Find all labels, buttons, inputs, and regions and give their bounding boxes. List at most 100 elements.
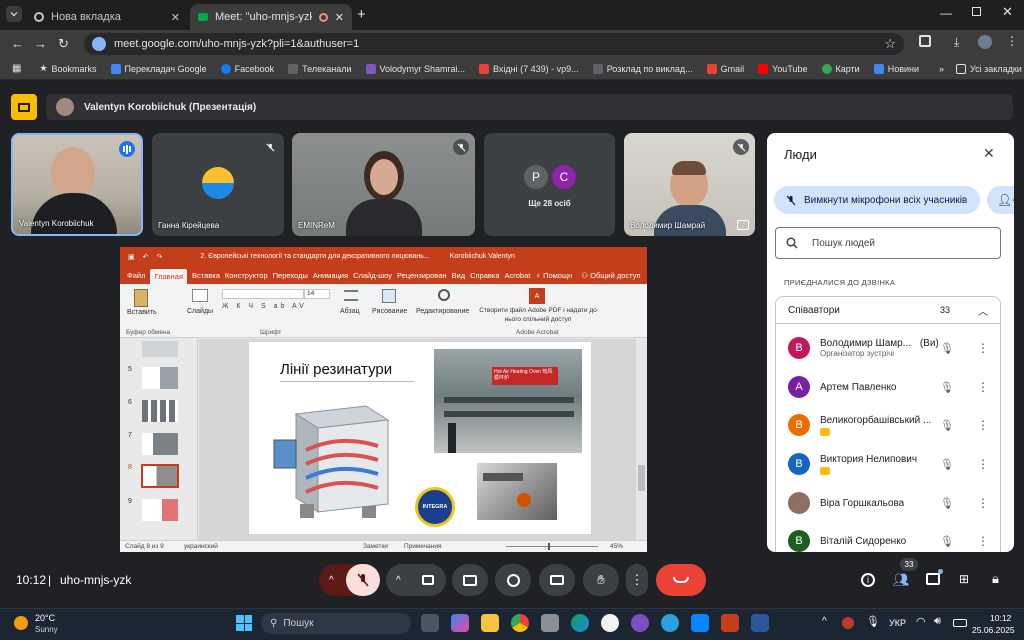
tab-animations[interactable]: Анимация [313,271,348,284]
activities-icon[interactable]: ⊞ [959,572,969,586]
word-icon[interactable] [751,614,769,632]
leave-call-button[interactable] [656,564,706,596]
reactions-button[interactable] [495,564,531,596]
more-options-icon[interactable]: ⋮ [977,496,989,510]
bookmark-item[interactable]: Volodymyr Shamrai... [365,63,465,74]
clock-date[interactable]: 25.06.2025 [972,625,1015,635]
tab-insert[interactable]: Вставка [192,271,220,284]
slide[interactable]: Лінії резинатури Hot Air Heating Oven 热风… [249,342,591,534]
site-info-icon[interactable] [92,37,106,51]
powerpoint-icon[interactable] [721,614,739,632]
mute-all-button[interactable]: Вимкнути мікрофони всіх учасників [774,186,980,214]
notes-button[interactable]: Заметки [363,543,388,550]
volume-icon[interactable]: 🔊︎ [934,615,941,628]
back-button[interactable]: ← [11,36,24,51]
bookmark-item[interactable]: Перекладач Google [110,63,207,74]
more-options-button[interactable]: ⋮ [626,564,648,596]
pdf-icon[interactable]: A [529,288,545,304]
tab-search-button[interactable] [6,6,22,22]
download-icon[interactable]: ⤓ [954,35,959,50]
slide-thumb-active[interactable] [141,464,179,488]
tab-home[interactable]: Главная [150,269,187,284]
search-icon[interactable] [438,289,450,301]
chat-icon[interactable] [926,573,940,585]
start-icon[interactable] [236,615,252,631]
taskbar-search[interactable]: ⚲ Пошук [261,613,411,634]
tab-help[interactable]: Справка [470,271,499,284]
contributors-group[interactable]: Співавтори 33 ︿ [775,296,1001,324]
redo-icon[interactable]: ↷ [157,253,163,261]
bookmark-item[interactable]: YouTube [758,63,808,74]
more-options-icon[interactable]: ⋮ [977,341,989,355]
zoom-slider[interactable] [506,543,598,550]
new-slide-icon[interactable] [192,289,208,302]
menu-icon[interactable]: ⋮ [1006,34,1018,48]
telegram-icon[interactable] [661,614,679,632]
bookmark-item[interactable]: Карти [821,63,860,74]
search-people-field[interactable]: Пошук людей [775,227,1001,259]
present-button[interactable] [452,564,488,596]
edge-icon[interactable] [571,614,589,632]
explorer-icon[interactable] [481,614,499,632]
tab-review[interactable]: Рецензирован [397,271,447,284]
drawing-button[interactable]: Рисование [372,308,407,315]
bookmark-item[interactable]: Gmail [706,63,744,74]
mic-toggle-button[interactable] [346,564,380,596]
participant-tile[interactable]: Ганна Кірейцева [152,133,284,236]
mic-off-icon[interactable]: 🎙︎ [940,381,954,394]
close-icon[interactable]: ✕ [335,11,344,24]
tray-chevron-icon[interactable]: ^ [822,616,827,627]
address-bar[interactable]: meet.google.com/uho-mnjs-yzk?pli=1&authu… [84,33,904,55]
slide-thumb[interactable] [142,367,178,389]
more-options-icon[interactable]: ⋮ [977,534,989,548]
bookmark-item[interactable]: Телеканали [288,63,352,74]
vertical-scrollbar[interactable] [636,339,647,540]
tab-slideshow[interactable]: Слайд-шоу [353,271,392,284]
create-pdf-button[interactable]: Створити файл Adobe PDF і надати до ньог… [478,306,598,324]
star-icon[interactable]: ☆ [884,36,896,52]
slide-thumb[interactable] [142,400,178,422]
shapes-icon[interactable] [382,289,396,303]
people-button[interactable]: 👥︎ [893,572,910,588]
paste-button[interactable]: Вставить [127,309,157,316]
app-icon[interactable] [601,614,619,632]
participant-tile[interactable]: Valentyn Korobiichuk [11,133,143,236]
bookmark-item[interactable]: Розклад по виклад... [592,63,693,74]
minimize-button[interactable]: — [940,6,952,20]
list-item[interactable]: В Виктория Нелипович 🎙︎ ⋮ [767,445,1014,483]
video-options-button[interactable]: ^ [386,564,446,596]
more-bookmarks-icon[interactable]: » [939,64,944,74]
pip-icon[interactable] [737,220,749,230]
slides-button[interactable]: Слайды [187,308,213,315]
mic-off-icon[interactable]: 🎙︎ [940,458,954,471]
more-options-icon[interactable]: ⋮ [977,380,989,394]
reload-button[interactable]: ↻ [58,36,69,52]
participant-tile[interactable]: EMINReM [292,133,475,236]
tab-new-tab[interactable]: Нова вкладка ✕ [26,4,188,30]
extensions-icon[interactable] [919,35,931,47]
list-item[interactable]: В Великогорбашівський ... 🎙︎ ⋮ [767,406,1014,444]
list-item[interactable]: Віра Горшкальова 🎙︎ ⋮ [767,484,1014,522]
store-icon[interactable] [541,614,559,632]
close-window-button[interactable]: ✕ [1002,4,1013,20]
share-button[interactable]: ⚇ Общий доступ [581,271,640,284]
editing-button[interactable]: Редактирование [416,308,469,315]
host-controls-icon[interactable]: 🔒︎ [992,571,999,587]
tab-file[interactable]: Файл [127,271,145,284]
participant-tile[interactable]: Володимир Шамрай [624,133,755,236]
apps-icon[interactable]: ▦ [12,63,21,74]
bookmark-item[interactable]: Вхідні (7 439) - vp9... [479,63,579,74]
forward-button[interactable]: → [34,36,47,51]
list-item[interactable]: В Володимир Шамр... (Ви) Організатор зус… [767,329,1014,367]
battery-icon[interactable] [953,619,967,627]
tab-acrobat[interactable]: Acrobat [505,271,531,284]
save-icon[interactable]: ▣ [128,253,135,261]
undo-icon[interactable]: ↶ [143,253,149,261]
info-icon[interactable]: i [861,573,875,587]
mic-tray-icon[interactable]: 🎙︎ [866,615,880,628]
font-name-field[interactable] [222,289,304,299]
viber-icon[interactable] [631,614,649,632]
wifi-icon[interactable]: ◠ [916,615,926,628]
maximize-button[interactable] [972,7,981,16]
more-participants-tile[interactable]: Р С Ще 28 осіб [484,133,615,236]
